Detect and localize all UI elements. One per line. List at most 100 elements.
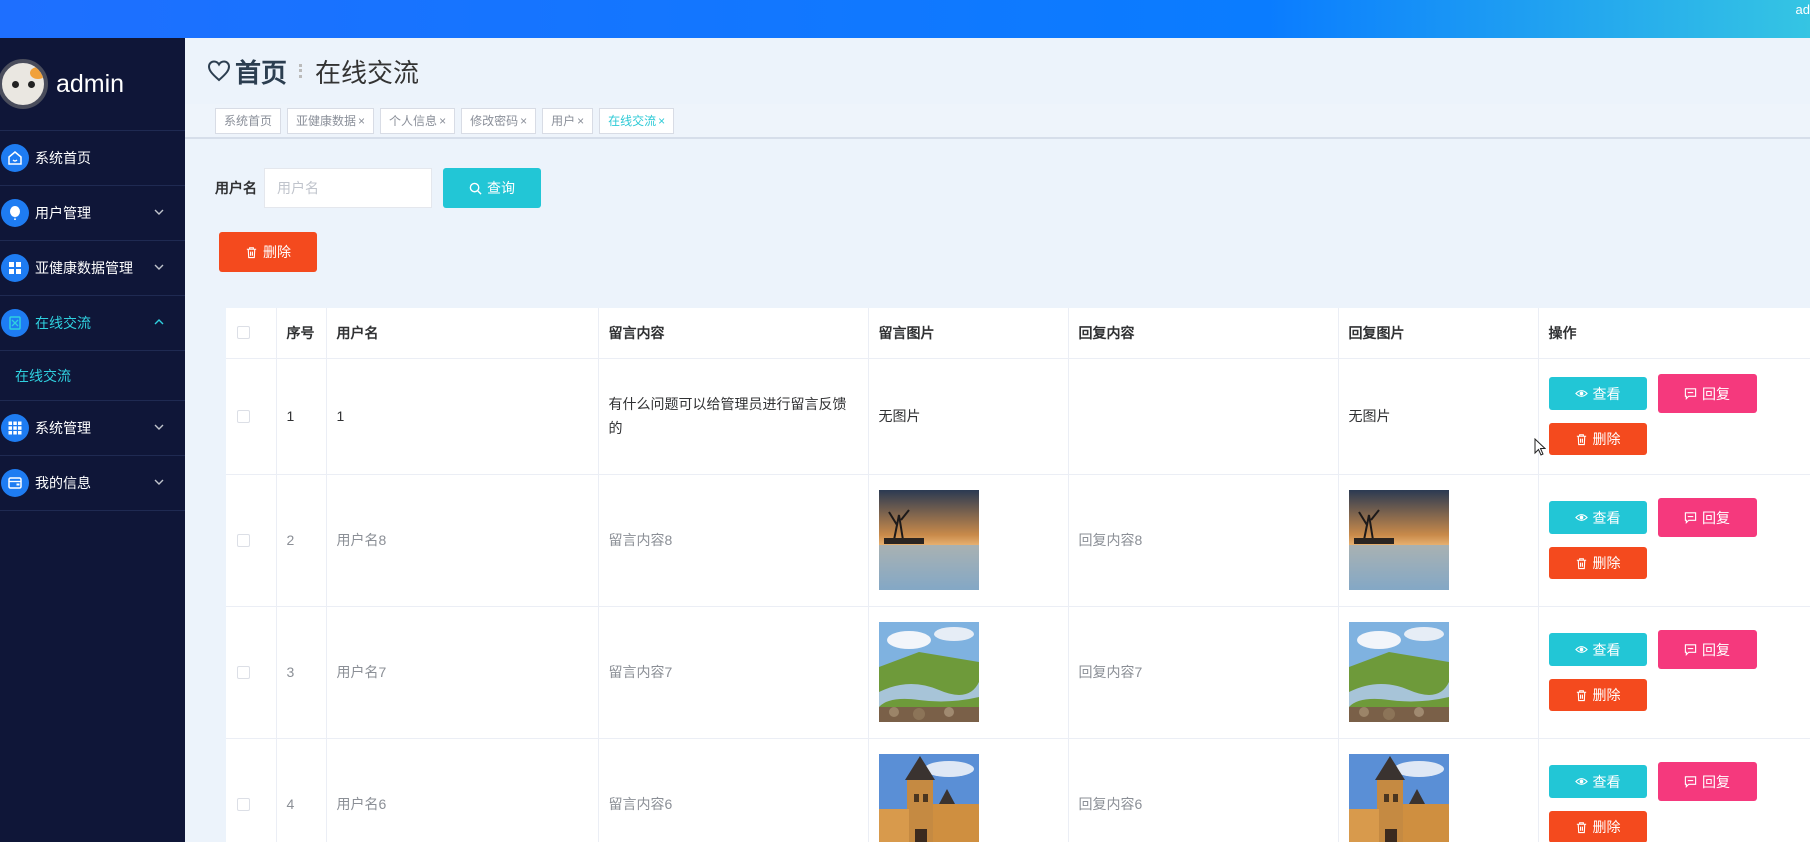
sidebar-subitem-online-chat[interactable]: 在线交流 bbox=[0, 351, 185, 401]
breadcrumb-home[interactable]: 首页 bbox=[235, 53, 287, 90]
row-checkbox[interactable] bbox=[237, 409, 250, 423]
cell-reply: 回复内容8 bbox=[1068, 474, 1339, 607]
search-input[interactable] bbox=[264, 168, 432, 208]
view-button[interactable]: 查看 bbox=[1548, 633, 1647, 666]
row-checkbox[interactable] bbox=[237, 533, 250, 547]
tag-online-chat[interactable]: 在线交流 × bbox=[599, 107, 675, 134]
view-button-label: 查看 bbox=[1592, 773, 1621, 790]
sidebar: admin 系统首页 用户管理 亚健康数据管理 在线交流 在线交流 系统管理 我… bbox=[0, 38, 185, 842]
message-icon bbox=[1684, 776, 1697, 788]
lake-sunset-photo[interactable] bbox=[878, 490, 979, 590]
search-button[interactable]: 查询 bbox=[443, 168, 541, 208]
sidebar-item-label: 系统管理 bbox=[35, 420, 91, 436]
close-icon[interactable]: × bbox=[439, 114, 446, 128]
meadow-stream-photo[interactable] bbox=[878, 622, 979, 722]
sidebar-item-online-chat[interactable]: 在线交流 bbox=[0, 296, 185, 351]
row-select-cell bbox=[226, 738, 277, 842]
prague-tower-photo[interactable] bbox=[878, 754, 979, 842]
batch-delete-button[interactable]: 删除 bbox=[219, 232, 317, 272]
delete-button[interactable]: 删除 bbox=[1548, 423, 1647, 455]
batch-delete-label: 删除 bbox=[263, 244, 291, 260]
reply-button[interactable]: 回复 bbox=[1657, 374, 1757, 413]
lake-sunset-photo[interactable] bbox=[1348, 490, 1449, 590]
tag-personal-info[interactable]: 个人信息 × bbox=[380, 107, 456, 134]
prague-tower-photo[interactable] bbox=[1348, 754, 1449, 842]
grid-icon bbox=[1, 254, 29, 282]
reply-button[interactable]: 回复 bbox=[1657, 498, 1757, 537]
view-button[interactable]: 查看 bbox=[1548, 377, 1647, 410]
close-icon[interactable]: × bbox=[358, 114, 365, 128]
row-actions: 查看 回复 删除 bbox=[1548, 762, 1779, 842]
tag-health-data[interactable]: 亚健康数据 × bbox=[287, 107, 375, 134]
delete-button[interactable]: 删除 bbox=[1548, 811, 1647, 842]
trash-icon bbox=[1576, 689, 1586, 701]
search-label: 用户名 bbox=[215, 180, 257, 196]
tag-label: 用户 bbox=[551, 114, 576, 128]
row-actions: 查看 回复 删除 bbox=[1548, 630, 1779, 711]
column-header: 留言图片 bbox=[868, 308, 1069, 359]
cell-message: 留言内容6 bbox=[598, 738, 869, 842]
table-row: 4 用户名6 留言内容6 回复内容6 查看 回复 删除 bbox=[226, 738, 1810, 842]
message-icon bbox=[1684, 388, 1697, 400]
cell-message-image: 无图片 bbox=[868, 358, 1069, 475]
reply-button-label: 回复 bbox=[1702, 641, 1730, 658]
meadow-stream-photo[interactable] bbox=[1348, 622, 1449, 722]
row-checkbox[interactable] bbox=[237, 665, 250, 679]
search-button-label: 查询 bbox=[487, 180, 515, 196]
view-button[interactable]: 查看 bbox=[1548, 765, 1647, 798]
cell-reply: 回复内容6 bbox=[1068, 738, 1339, 842]
column-header: 回复内容 bbox=[1068, 308, 1339, 359]
top-bar-user-text[interactable]: ad bbox=[1796, 2, 1810, 17]
message-icon bbox=[1684, 644, 1697, 656]
cell-username: 1 bbox=[326, 358, 599, 475]
cell-reply: 回复内容7 bbox=[1068, 606, 1339, 739]
cell-message: 留言内容7 bbox=[598, 606, 869, 739]
breadcrumb-current: 在线交流 bbox=[315, 57, 420, 88]
table-row: 1 1 有什么问题可以给管理员进行留言反馈的 无图片 无图片 查看 回复 删除 bbox=[226, 358, 1810, 475]
trash-icon bbox=[1576, 433, 1586, 445]
reply-button[interactable]: 回复 bbox=[1657, 630, 1757, 669]
avatar[interactable] bbox=[0, 59, 48, 109]
sidebar-item-label: 用户管理 bbox=[35, 205, 91, 221]
reply-button[interactable]: 回复 bbox=[1657, 762, 1757, 801]
close-icon[interactable]: × bbox=[577, 114, 584, 128]
cell-message-image bbox=[868, 606, 1069, 739]
select-all-cell bbox=[226, 308, 277, 359]
sidebar-item-label: 系统首页 bbox=[35, 150, 91, 166]
cell-index: 4 bbox=[276, 738, 327, 842]
sidebar-item-my-info[interactable]: 我的信息 bbox=[0, 456, 185, 511]
sidebar-item-home[interactable]: 系统首页 bbox=[0, 131, 185, 186]
cell-message-image bbox=[868, 738, 1069, 842]
delete-button[interactable]: 删除 bbox=[1548, 679, 1647, 711]
select-all-checkbox[interactable] bbox=[237, 326, 250, 340]
column-header: 序号 bbox=[276, 308, 327, 359]
cell-reply-image: 无图片 bbox=[1338, 358, 1539, 475]
sidebar-item-user-management[interactable]: 用户管理 bbox=[0, 186, 185, 241]
search-form: 用户名 查询 bbox=[215, 168, 541, 208]
sidebar-item-health-data[interactable]: 亚健康数据管理 bbox=[0, 241, 185, 296]
message-table: 序号 用户名 留言内容 留言图片 回复内容 回复图片 操作 1 1 有什么问题可… bbox=[226, 308, 1810, 842]
view-button[interactable]: 查看 bbox=[1548, 501, 1647, 534]
chat-icon bbox=[1, 309, 29, 337]
delete-button-label: 删除 bbox=[1592, 431, 1621, 447]
delete-button-label: 删除 bbox=[1592, 555, 1621, 571]
close-icon[interactable]: × bbox=[658, 114, 665, 128]
cell-index: 3 bbox=[276, 606, 327, 739]
sidebar-item-system-management[interactable]: 系统管理 bbox=[0, 401, 185, 456]
reply-button-label: 回复 bbox=[1702, 385, 1730, 402]
apps-icon bbox=[1, 414, 29, 442]
tag-label: 亚健康数据 bbox=[296, 114, 357, 128]
tag-change-password[interactable]: 修改密码 × bbox=[461, 107, 537, 134]
breadcrumb-separator bbox=[299, 64, 305, 78]
delete-button[interactable]: 删除 bbox=[1548, 547, 1647, 579]
trash-icon bbox=[1576, 821, 1586, 833]
reply-button-label: 回复 bbox=[1702, 773, 1730, 790]
cell-actions: 查看 回复 删除 bbox=[1538, 606, 1810, 739]
close-icon[interactable]: × bbox=[520, 114, 527, 128]
row-select-cell bbox=[226, 358, 277, 475]
breadcrumb: 首页 在线交流 bbox=[185, 38, 1810, 104]
tag-user[interactable]: 用户 × bbox=[542, 107, 594, 134]
row-checkbox[interactable] bbox=[237, 797, 250, 811]
tag-home[interactable]: 系统首页 bbox=[215, 107, 282, 134]
row-select-cell bbox=[226, 606, 277, 739]
